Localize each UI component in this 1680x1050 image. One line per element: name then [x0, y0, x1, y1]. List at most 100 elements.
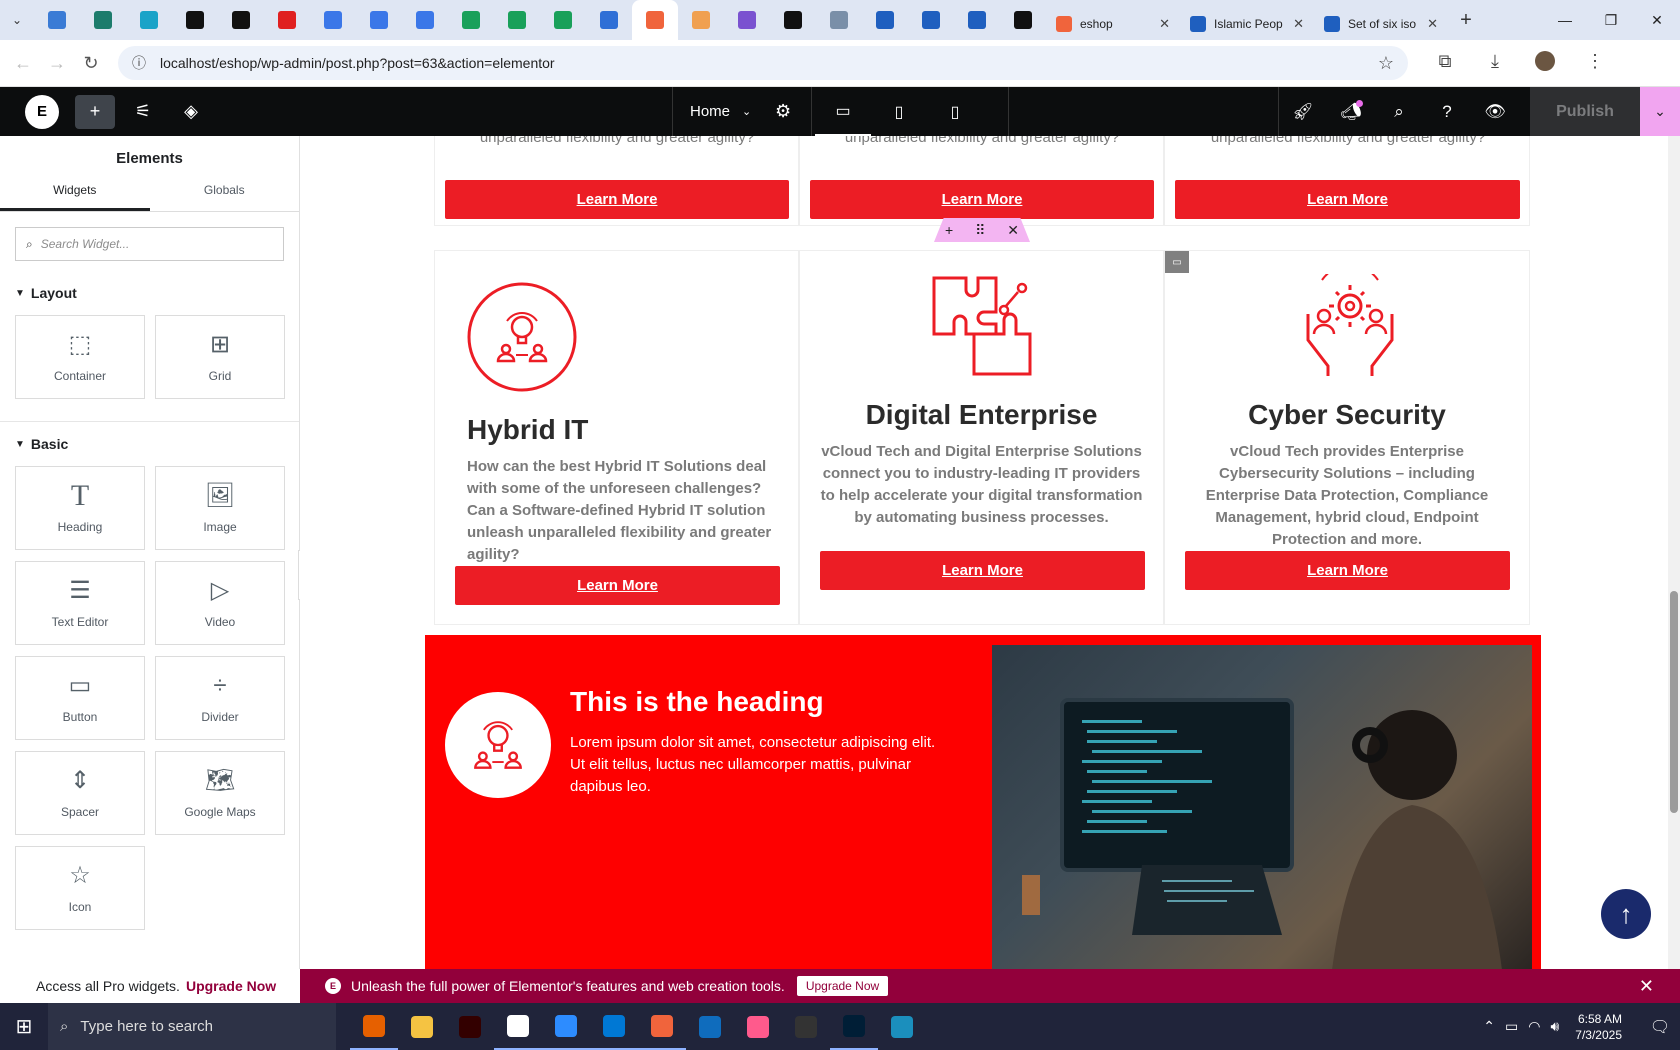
reload-icon[interactable]: ↻ [74, 53, 108, 74]
widget-button[interactable]: ▭ Button [15, 656, 145, 740]
tab-search-icon[interactable]: ⌄ [0, 0, 34, 40]
network-icon[interactable]: ▭ [1505, 1018, 1518, 1035]
structure-layers-icon[interactable]: ◈ [171, 95, 211, 129]
close-window-icon[interactable]: ✕ [1634, 0, 1680, 40]
developer-photo[interactable] [992, 645, 1532, 970]
pinned-tab[interactable] [632, 0, 678, 40]
taskbar-app[interactable] [446, 1003, 494, 1050]
back-icon[interactable]: ← [6, 53, 40, 74]
tab-set-of-six[interactable]: Set of six iso ✕ [1314, 8, 1448, 40]
widget-search-input[interactable]: ⌕ Search Widget... [15, 227, 284, 261]
widget-container[interactable]: ⬚ Container [15, 315, 145, 399]
pinned-tab[interactable] [172, 0, 218, 40]
wifi-icon[interactable]: ◠ [1528, 1018, 1540, 1035]
browser-menu-icon[interactable]: ⋮ [1570, 51, 1620, 76]
taskbar-app[interactable] [782, 1003, 830, 1050]
add-element-button[interactable]: + [75, 94, 115, 129]
pinned-tab[interactable] [908, 0, 954, 40]
elementor-logo[interactable]: E [25, 94, 59, 129]
preview-eye-icon[interactable]: 👁︎ [1471, 87, 1519, 136]
pinned-tab[interactable] [494, 0, 540, 40]
widget-text-editor[interactable]: ☰ Text Editor [15, 561, 145, 645]
extensions-icon[interactable]: ⧉ [1420, 51, 1470, 76]
pinned-tab[interactable] [816, 0, 862, 40]
close-tab-icon[interactable]: ✕ [1159, 16, 1170, 32]
edit-widget-icon[interactable]: ▭ [1165, 251, 1189, 273]
pinned-tab[interactable] [586, 0, 632, 40]
tab-eshop[interactable]: eshop ✕ [1046, 8, 1180, 40]
pinned-tab[interactable] [724, 0, 770, 40]
pinned-tab[interactable] [540, 0, 586, 40]
notifications-icon[interactable]: 🗨︎ [1640, 1017, 1680, 1037]
publish-options-chevron-icon[interactable]: ⌄ [1640, 87, 1680, 136]
pinned-tab[interactable] [448, 0, 494, 40]
tab-islamic[interactable]: Islamic Peop ✕ [1180, 8, 1314, 40]
widget-spacer[interactable]: ⇕ Spacer [15, 751, 145, 835]
pinned-tab[interactable] [1000, 0, 1046, 40]
minimize-icon[interactable]: — [1542, 0, 1588, 40]
widget-google-maps[interactable]: 🗺︎ Google Maps [155, 751, 285, 835]
taskbar-app[interactable] [734, 1003, 782, 1050]
tablet-icon[interactable]: ▯ [871, 87, 927, 136]
taskbar-app[interactable] [350, 1003, 398, 1050]
desktop-icon[interactable]: ▭ [815, 87, 871, 136]
launch-rocket-icon[interactable]: 🚀︎ [1279, 87, 1327, 136]
tab-widgets[interactable]: Widgets [0, 183, 150, 211]
pinned-tab[interactable] [80, 0, 126, 40]
page-settings-gear-icon[interactable]: ⚙ [775, 101, 791, 122]
profile-avatar[interactable] [1520, 50, 1570, 76]
widget-grid[interactable]: ⊞ Grid [155, 315, 285, 399]
pinned-tab[interactable] [402, 0, 448, 40]
pinned-tab[interactable] [862, 0, 908, 40]
taskbar-app[interactable] [542, 1003, 590, 1050]
widget-video[interactable]: ▷ Video [155, 561, 285, 645]
pinned-tab[interactable] [678, 0, 724, 40]
download-icon[interactable]: ⤓ [1470, 51, 1520, 76]
taskbar-app[interactable] [878, 1003, 926, 1050]
taskbar-app[interactable] [830, 1003, 878, 1050]
widget-image[interactable]: 🖼︎ Image [155, 466, 285, 550]
learn-more-button[interactable]: Learn More [1185, 551, 1510, 590]
windows-start-icon[interactable]: ⊞ [0, 1003, 48, 1050]
learn-more-button[interactable]: Learn More [455, 566, 780, 605]
notice-upgrade-button[interactable]: Upgrade Now [796, 976, 889, 996]
scrollbar-thumb[interactable] [1670, 591, 1678, 813]
learn-more-button[interactable]: Learn More [810, 180, 1154, 219]
scroll-to-top-button[interactable]: ↑ [1601, 889, 1651, 939]
pinned-tab[interactable] [218, 0, 264, 40]
pinned-tab[interactable] [126, 0, 172, 40]
category-layout[interactable]: ▼ Layout [15, 285, 284, 301]
pinned-tab[interactable] [34, 0, 80, 40]
url-field[interactable]: ⓘ localhost/eshop/wp-admin/post.php?post… [118, 46, 1408, 80]
tray-chevron-icon[interactable]: ⌃ [1483, 1018, 1495, 1035]
upgrade-now-link[interactable]: Upgrade Now [186, 978, 276, 994]
restore-icon[interactable]: ❐ [1588, 0, 1634, 40]
help-icon[interactable]: ? [1423, 87, 1471, 136]
learn-more-button[interactable]: Learn More [820, 551, 1145, 590]
add-section-icon[interactable]: + [945, 222, 953, 238]
forward-icon[interactable]: → [40, 53, 74, 74]
canvas-scrollbar[interactable] [1668, 136, 1680, 970]
taskbar-app[interactable] [494, 1003, 542, 1050]
bookmark-star-icon[interactable]: ☆ [1378, 53, 1394, 74]
learn-more-button[interactable]: Learn More [1175, 180, 1520, 219]
close-notice-icon[interactable]: ✕ [1639, 976, 1654, 997]
widget-heading[interactable]: T Heading [15, 466, 145, 550]
site-settings-icon[interactable]: ⚟ [123, 95, 163, 129]
close-tab-icon[interactable]: ✕ [1427, 16, 1438, 32]
widget-icon[interactable]: ☆ Icon [15, 846, 145, 930]
pinned-tab[interactable] [264, 0, 310, 40]
drag-handle-icon[interactable]: ⠿ [975, 222, 985, 239]
taskbar-app[interactable] [398, 1003, 446, 1050]
taskbar-app[interactable] [590, 1003, 638, 1050]
taskbar-app[interactable] [686, 1003, 734, 1050]
whats-new-megaphone-icon[interactable]: 📣︎ [1327, 87, 1375, 136]
publish-button[interactable]: Publish [1530, 87, 1640, 136]
pinned-tab[interactable] [310, 0, 356, 40]
new-tab-button[interactable]: + [1448, 9, 1484, 32]
tab-globals[interactable]: Globals [150, 183, 300, 211]
widget-divider[interactable]: ÷ Divider [155, 656, 285, 740]
taskbar-app[interactable] [638, 1003, 686, 1050]
pinned-tab[interactable] [954, 0, 1000, 40]
category-basic[interactable]: ▼ Basic [15, 436, 284, 452]
